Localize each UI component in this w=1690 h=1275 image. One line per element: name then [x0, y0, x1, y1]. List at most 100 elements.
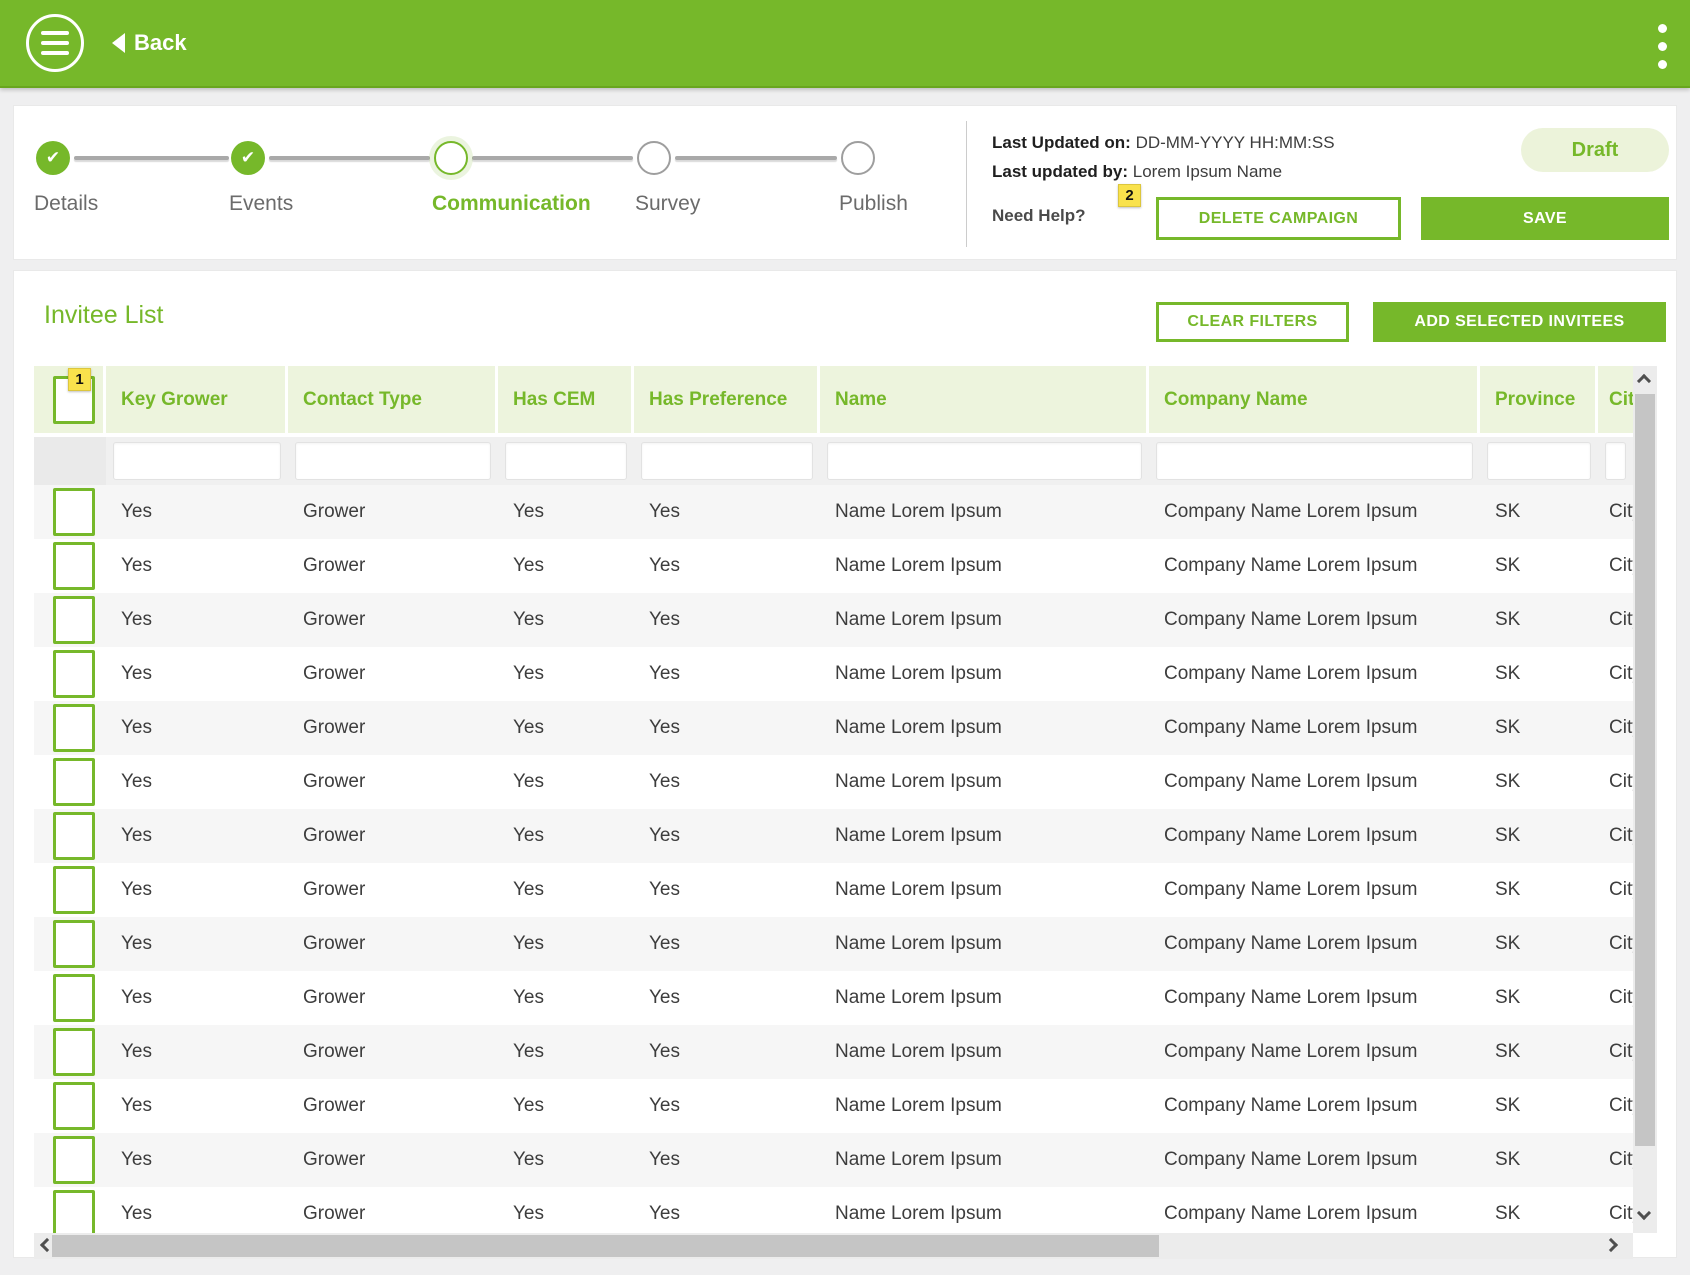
- cell-company-name: Company Name Lorem Ipsum: [1164, 555, 1418, 576]
- row-checkbox[interactable]: [53, 704, 95, 752]
- cell-company-name: Company Name Lorem Ipsum: [1164, 501, 1418, 522]
- step-label-events: Events: [229, 192, 294, 215]
- cell-has-cem: Yes: [513, 771, 544, 792]
- vertical-scrollbar-thumb[interactable]: [1635, 394, 1655, 1146]
- cell-has-preference: Yes: [649, 879, 680, 900]
- save-button[interactable]: SAVE: [1421, 197, 1669, 240]
- row-checkbox[interactable]: [53, 1190, 95, 1238]
- last-updated-by-value: Lorem Ipsum Name: [1132, 162, 1283, 181]
- cell-city: City: [1609, 717, 1633, 738]
- cell-name: Name Lorem Ipsum: [835, 663, 1002, 684]
- row-checkbox[interactable]: [53, 758, 95, 806]
- cell-contact-type: Grower: [303, 609, 366, 630]
- cell-has-cem: Yes: [513, 717, 544, 738]
- cell-key-grower: Yes: [121, 1095, 152, 1116]
- cell-name: Name Lorem Ipsum: [835, 825, 1002, 846]
- chevron-right-icon[interactable]: [1603, 1237, 1619, 1253]
- step-label-survey: Survey: [635, 192, 701, 215]
- last-updated-by-label: Last updated by:: [992, 162, 1129, 181]
- kebab-menu-button[interactable]: [1650, 18, 1674, 74]
- cell-has-cem: Yes: [513, 933, 544, 954]
- cell-name: Name Lorem Ipsum: [835, 879, 1002, 900]
- filter-input-province[interactable]: [1487, 442, 1591, 480]
- cell-has-cem: Yes: [513, 879, 544, 900]
- table-row: Yes Grower Yes Yes Name Lorem Ipsum Comp…: [34, 863, 1633, 917]
- row-checkbox[interactable]: [53, 1028, 95, 1076]
- check-icon: ✔: [240, 148, 256, 167]
- chevron-down-icon[interactable]: [1636, 1205, 1652, 1221]
- row-checkbox-cell: [34, 647, 106, 701]
- row-checkbox[interactable]: [53, 920, 95, 968]
- cell-key-grower: Yes: [121, 933, 152, 954]
- clear-filters-button[interactable]: CLEAR FILTERS: [1156, 302, 1349, 342]
- step-circle-events[interactable]: ✔: [231, 141, 265, 175]
- cell-city: City: [1609, 609, 1633, 630]
- step-circle-details[interactable]: ✔: [36, 141, 70, 175]
- row-checkbox[interactable]: [53, 1082, 95, 1130]
- cell-city: City: [1609, 1095, 1633, 1116]
- step-circle-communication[interactable]: [434, 141, 468, 175]
- cell-contact-type: Grower: [303, 1095, 366, 1116]
- chevron-up-icon[interactable]: [1636, 373, 1652, 389]
- cell-name: Name Lorem Ipsum: [835, 717, 1002, 738]
- table-row: Yes Grower Yes Yes Name Lorem Ipsum Comp…: [34, 539, 1633, 593]
- cell-contact-type: Grower: [303, 987, 366, 1008]
- cell-province: SK: [1495, 663, 1521, 684]
- cell-name: Name Lorem Ipsum: [835, 1149, 1002, 1170]
- filter-input-contact-type[interactable]: [295, 442, 491, 480]
- row-checkbox-cell: [34, 1133, 106, 1187]
- cell-province: SK: [1495, 987, 1521, 1008]
- vertical-scrollbar[interactable]: [1633, 366, 1657, 1233]
- row-checkbox-cell: [34, 485, 106, 539]
- cell-has-cem: Yes: [513, 987, 544, 1008]
- table-row: Yes Grower Yes Yes Name Lorem Ipsum Comp…: [34, 485, 1633, 539]
- horizontal-scrollbar-thumb[interactable]: [52, 1235, 1159, 1257]
- cell-has-preference: Yes: [649, 933, 680, 954]
- table-row: Yes Grower Yes Yes Name Lorem Ipsum Comp…: [34, 1025, 1633, 1079]
- cell-has-preference: Yes: [649, 663, 680, 684]
- filter-input-has-preference[interactable]: [641, 442, 813, 480]
- step-label-communication: Communication: [432, 192, 591, 215]
- row-checkbox-cell: [34, 1025, 106, 1079]
- cell-key-grower: Yes: [121, 717, 152, 738]
- row-checkbox[interactable]: [53, 596, 95, 644]
- row-checkbox[interactable]: [53, 650, 95, 698]
- cell-has-cem: Yes: [513, 555, 544, 576]
- filter-input-has-cem[interactable]: [505, 442, 627, 480]
- row-checkbox[interactable]: [53, 488, 95, 536]
- cell-key-grower: Yes: [121, 987, 152, 1008]
- row-checkbox[interactable]: [53, 974, 95, 1022]
- row-checkbox[interactable]: [53, 1136, 95, 1184]
- horizontal-scrollbar[interactable]: [34, 1233, 1633, 1259]
- filter-input-company-name[interactable]: [1156, 442, 1473, 480]
- cell-key-grower: Yes: [121, 1149, 152, 1170]
- row-checkbox[interactable]: [53, 812, 95, 860]
- filter-input-key-grower[interactable]: [113, 442, 281, 480]
- row-checkbox-cell: [34, 971, 106, 1025]
- back-button[interactable]: Back: [112, 30, 187, 56]
- column-header-has-cem: Has CEM: [498, 366, 634, 433]
- cell-contact-type: Grower: [303, 879, 366, 900]
- step-circle-survey[interactable]: [637, 141, 671, 175]
- check-icon: ✔: [45, 148, 61, 167]
- column-header-key-grower: Key Grower: [106, 366, 288, 433]
- cell-province: SK: [1495, 879, 1521, 900]
- row-checkbox[interactable]: [53, 866, 95, 914]
- step-circle-publish[interactable]: [841, 141, 875, 175]
- add-selected-invitees-button[interactable]: ADD SELECTED INVITEES: [1373, 302, 1666, 342]
- cell-has-cem: Yes: [513, 1041, 544, 1062]
- hamburger-menu-button[interactable]: [26, 14, 84, 72]
- filter-input-city[interactable]: [1605, 442, 1626, 480]
- filter-cell-empty: [34, 437, 106, 485]
- cell-province: SK: [1495, 555, 1521, 576]
- row-checkbox-cell: [34, 593, 106, 647]
- row-checkbox[interactable]: [53, 542, 95, 590]
- delete-campaign-button[interactable]: DELETE CAMPAIGN: [1156, 197, 1401, 240]
- last-updated-on-label: Last Updated on:: [992, 133, 1131, 152]
- need-help-link[interactable]: Need Help?: [992, 206, 1086, 226]
- cell-province: SK: [1495, 1041, 1521, 1062]
- column-header-province: Province: [1480, 366, 1598, 433]
- column-header-city: City: [1598, 366, 1633, 433]
- filter-input-name[interactable]: [827, 442, 1142, 480]
- table-row: Yes Grower Yes Yes Name Lorem Ipsum Comp…: [34, 917, 1633, 971]
